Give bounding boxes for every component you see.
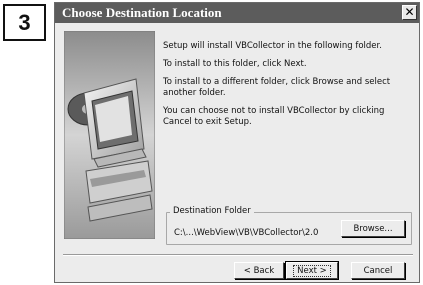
cancel-button[interactable]: Cancel bbox=[351, 262, 405, 279]
cancel-instruction: You can choose not to install VBCollecto… bbox=[163, 106, 385, 127]
browse-button-label: Browse... bbox=[353, 223, 393, 234]
cancel-button-label: Cancel bbox=[363, 265, 393, 276]
browse-button[interactable]: Browse... bbox=[341, 220, 405, 237]
instructions-text: Setup will install VBCollector in the fo… bbox=[163, 41, 415, 135]
button-separator bbox=[63, 254, 413, 256]
intro-paragraph: Setup will install VBCollector in the fo… bbox=[163, 41, 382, 51]
computer-with-cd-icon bbox=[64, 31, 155, 239]
next-button-label: Next > bbox=[293, 264, 331, 277]
step-number-badge: 3 bbox=[3, 4, 46, 41]
dialog-title: Choose Destination Location bbox=[62, 5, 222, 20]
setup-dialog: Choose Destination Location ✕ Setup will… bbox=[54, 2, 420, 283]
destination-folder-label: Destination Folder bbox=[170, 206, 254, 216]
next-button[interactable]: Next > bbox=[285, 261, 339, 280]
back-button-label: < Back bbox=[243, 265, 275, 276]
back-button[interactable]: < Back bbox=[234, 262, 284, 279]
destination-path: C:\...\WebView\VB\VBCollector\2.0 bbox=[174, 228, 319, 238]
browse-instruction: To install to a different folder, click … bbox=[163, 77, 391, 98]
close-icon[interactable]: ✕ bbox=[402, 5, 417, 20]
title-bar[interactable]: Choose Destination Location ✕ bbox=[55, 3, 419, 23]
next-instruction: To install to this folder, click Next. bbox=[163, 59, 307, 69]
